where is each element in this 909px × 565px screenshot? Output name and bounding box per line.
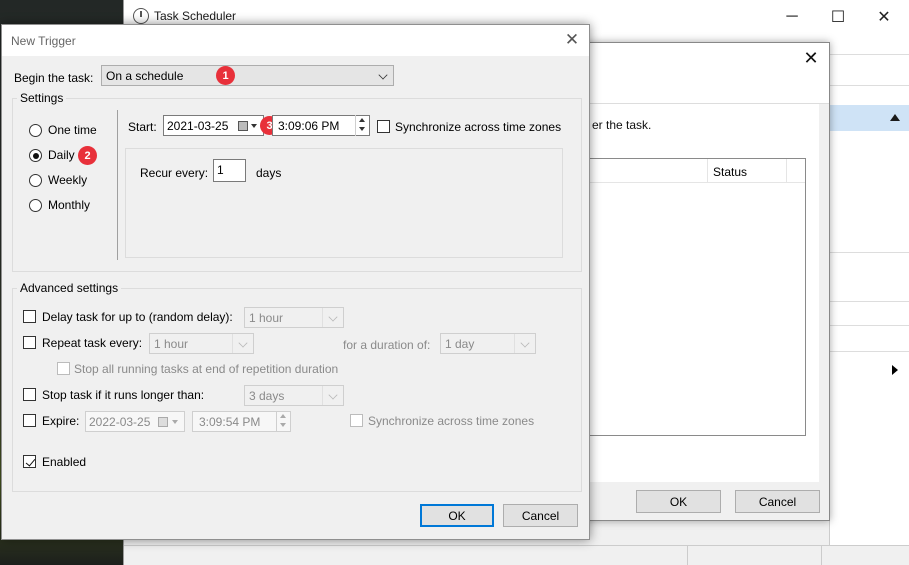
status-column-header[interactable]: Status: [713, 165, 747, 179]
calendar-icon[interactable]: [158, 417, 168, 427]
pane-divider: [830, 351, 909, 352]
expire-label: Expire:: [42, 414, 80, 428]
start-date-picker[interactable]: 2021-03-25: [163, 115, 264, 136]
start-time-field[interactable]: 3:09:06 PM: [272, 115, 370, 136]
chevron-down-icon: [520, 338, 530, 348]
start-date-value: 2021-03-25: [167, 119, 229, 133]
radio-monthly[interactable]: [29, 199, 42, 212]
delay-checkbox[interactable]: [23, 310, 36, 323]
radio-label-monthly: Monthly: [48, 198, 91, 212]
start-label: Start:: [128, 120, 157, 134]
dialog-titlebar: New Trigger ✕: [2, 25, 589, 56]
expire-time-value: 3:09:54 PM: [199, 415, 261, 429]
expire-time-field[interactable]: 3:09:54 PM: [192, 411, 291, 432]
status-divider: [821, 546, 822, 565]
pane-divider: [830, 325, 909, 326]
actions-pane: [829, 55, 909, 545]
radio-label-one-time: One time: [48, 123, 97, 137]
expire-date-picker[interactable]: 2022-03-25: [85, 411, 185, 432]
window-title: Task Scheduler: [154, 9, 237, 23]
maximize-button[interactable]: ☐: [815, 0, 861, 33]
new-trigger-dialog: New Trigger ✕ Begin the task: On a sched…: [1, 24, 590, 540]
chevron-down-icon: [378, 70, 388, 80]
time-spinner[interactable]: [276, 411, 290, 432]
chevron-down-icon[interactable]: [251, 124, 257, 128]
duration-dropdown[interactable]: 1 day: [440, 333, 536, 354]
chevron-down-icon: [238, 338, 248, 348]
recur-label: Recur every:: [140, 166, 209, 180]
close-icon[interactable]: ✕: [800, 48, 822, 68]
cancel-button[interactable]: Cancel: [735, 490, 820, 513]
close-button[interactable]: ✕: [861, 0, 907, 33]
collapse-up-icon[interactable]: [890, 114, 900, 121]
repeat-label: Repeat task every:: [42, 336, 143, 350]
expire-date-value: 2022-03-25: [89, 415, 151, 429]
delay-label: Delay task for up to (random delay):: [42, 310, 233, 324]
pane-divider: [830, 301, 909, 302]
expire-sync-label: Synchronize across time zones: [368, 414, 535, 428]
radio-daily[interactable]: [29, 149, 42, 162]
trigger-list[interactable]: Status: [581, 158, 806, 436]
recur-value: 1: [217, 163, 224, 177]
clock-icon: [133, 8, 149, 24]
close-icon[interactable]: ✕: [561, 30, 583, 50]
calendar-icon[interactable]: [238, 121, 248, 131]
enabled-checkbox[interactable]: [23, 455, 36, 468]
duration-label: for a duration of:: [343, 338, 431, 352]
delay-value: 1 hour: [249, 311, 284, 325]
expire-checkbox[interactable]: [23, 414, 36, 427]
repeat-checkbox[interactable]: [23, 336, 36, 349]
radio-label-daily: Daily: [48, 148, 75, 162]
column-divider: [786, 159, 787, 183]
pane-divider: [830, 252, 909, 253]
column-divider: [707, 159, 708, 183]
stop-longer-checkbox[interactable]: [23, 388, 36, 401]
pane-divider: [830, 85, 909, 86]
begin-task-label: Begin the task:: [14, 71, 94, 85]
annotation-badge-1: 1: [216, 66, 235, 85]
chevron-down-icon: [328, 390, 338, 400]
dialog-title: New Trigger: [11, 34, 76, 48]
status-divider: [687, 546, 688, 565]
duration-value: 1 day: [445, 337, 475, 351]
delay-dropdown[interactable]: 1 hour: [244, 307, 344, 328]
chevron-down-icon[interactable]: [172, 420, 178, 424]
time-spinner[interactable]: [355, 115, 369, 136]
sync-timezones-label: Synchronize across time zones: [395, 120, 562, 134]
advanced-settings-title: Advanced settings: [17, 281, 122, 295]
settings-divider: [117, 110, 118, 260]
submenu-arrow-icon[interactable]: [892, 365, 898, 375]
list-header: Status: [582, 159, 805, 183]
stop-all-tasks-checkbox[interactable]: [57, 362, 70, 375]
settings-group-title: Settings: [17, 91, 67, 105]
stop-all-tasks-label: Stop all running tasks at end of repetit…: [74, 362, 339, 376]
begin-task-value: On a schedule: [106, 69, 184, 83]
ok-button[interactable]: OK: [420, 504, 494, 527]
ok-button[interactable]: OK: [636, 490, 721, 513]
radio-one-time[interactable]: [29, 124, 42, 137]
stop-longer-label: Stop task if it runs longer than:: [42, 388, 205, 402]
stop-longer-dropdown[interactable]: 3 days: [244, 385, 344, 406]
repeat-value: 1 hour: [154, 337, 189, 351]
begin-task-dropdown[interactable]: On a schedule: [101, 65, 394, 86]
description-text: er the task.: [592, 118, 652, 132]
repeat-dropdown[interactable]: 1 hour: [149, 333, 254, 354]
radio-label-weekly: Weekly: [48, 173, 88, 187]
expire-sync-checkbox[interactable]: [350, 414, 363, 427]
recur-input[interactable]: 1: [213, 159, 246, 182]
status-bar: [124, 545, 909, 565]
recur-unit-label: days: [256, 166, 282, 180]
annotation-badge-2: 2: [78, 146, 97, 165]
sync-timezones-checkbox[interactable]: [377, 120, 390, 133]
start-time-value: 3:09:06 PM: [278, 119, 340, 133]
cancel-button[interactable]: Cancel: [503, 504, 578, 527]
recurrence-box: [125, 148, 563, 258]
enabled-label: Enabled: [42, 455, 87, 469]
stop-longer-value: 3 days: [249, 389, 285, 403]
radio-weekly[interactable]: [29, 174, 42, 187]
minimize-button[interactable]: ─: [769, 0, 815, 33]
chevron-down-icon: [328, 312, 338, 322]
